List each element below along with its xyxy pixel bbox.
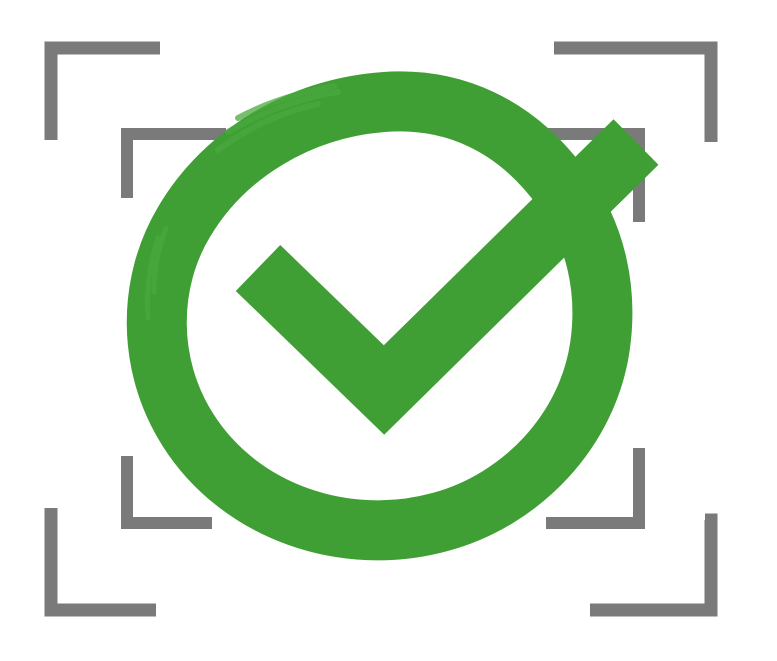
outer-bracket-top-right: [554, 41, 718, 142]
outer-bracket-bottom-right: [590, 513, 718, 617]
verification-illustration: [0, 0, 777, 661]
verification-svg: [44, 41, 718, 617]
outer-bracket-top-left: [44, 41, 160, 140]
brush-circle: [126, 71, 633, 561]
check-circle-icon: [126, 71, 659, 561]
